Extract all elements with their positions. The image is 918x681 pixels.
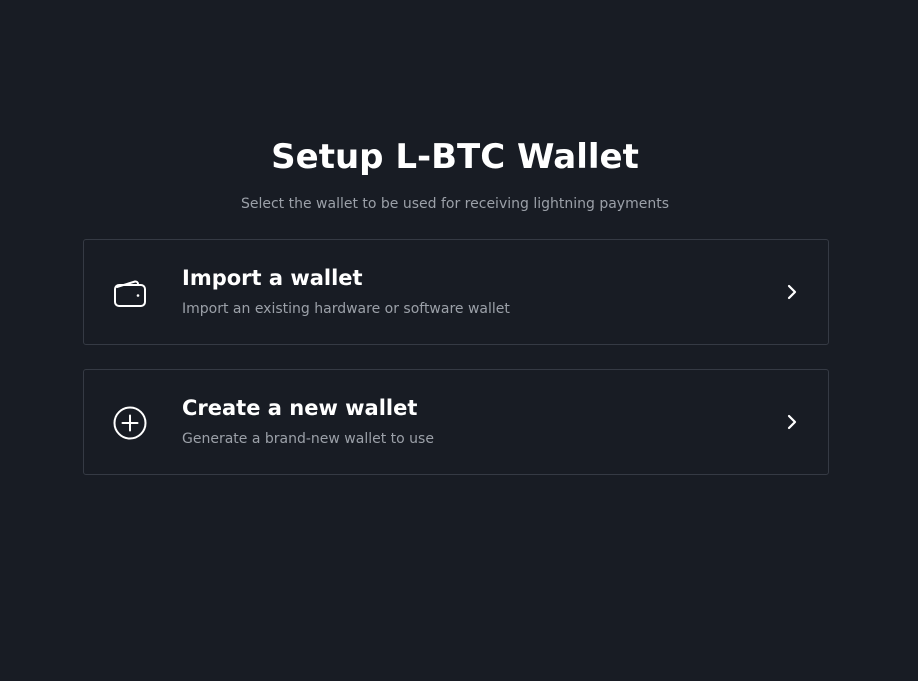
create-wallet-option[interactable]: Create a new wallet Generate a brand-new… — [83, 369, 829, 475]
import-wallet-option[interactable]: Import a wallet Import an existing hardw… — [83, 239, 829, 345]
option-description: Generate a brand-new wallet to use — [182, 431, 434, 447]
page-title: Setup L-BTC Wallet — [271, 137, 639, 177]
plus-circle-icon — [112, 405, 148, 441]
chevron-right-icon — [782, 282, 802, 302]
option-title: Create a new wallet — [182, 396, 418, 420]
wallet-icon — [112, 275, 148, 311]
option-title: Import a wallet — [182, 266, 363, 290]
chevron-right-icon — [782, 412, 802, 432]
option-description: Import an existing hardware or software … — [182, 301, 510, 317]
page-subtitle: Select the wallet to be used for receivi… — [240, 196, 669, 212]
